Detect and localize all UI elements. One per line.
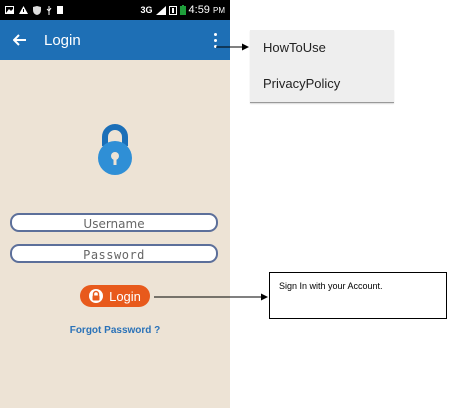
network-type: 3G [140,5,153,15]
usb-icon [46,5,52,15]
login-label: Login [109,288,141,304]
clock: 4:59 PM [188,4,225,16]
warning-icon [19,6,28,14]
username-field[interactable] [10,213,218,232]
status-bar: 3G 4:59 PM [0,0,230,20]
lock-icon [98,124,132,175]
app-bar: Login [0,20,230,60]
password-input[interactable] [12,247,216,263]
battery-icon [179,5,186,15]
menu-item-privacypolicy[interactable]: PrivacyPolicy [250,66,394,102]
forgot-password-link[interactable]: Forgot Password ? [0,325,230,336]
back-arrow-icon[interactable] [0,30,40,51]
overflow-menu: HowToUse PrivacyPolicy [250,30,394,103]
sd-card-icon [57,6,63,14]
password-field[interactable] [10,244,218,263]
annotation-callout: Sign In with your Account. [269,272,447,319]
username-input[interactable] [12,216,216,232]
page-title: Login [44,31,81,49]
gallery-icon [5,6,14,14]
lock-icon [89,289,104,303]
more-vert-icon[interactable] [210,30,220,50]
menu-item-howtouse[interactable]: HowToUse [250,30,394,66]
signal-icon [155,5,166,15]
shield-icon [33,5,41,15]
login-button[interactable]: Login [80,285,150,307]
sim-icon [168,5,177,15]
phone-screen: 3G 4:59 PM Login Username Login Forgot P… [0,0,230,408]
